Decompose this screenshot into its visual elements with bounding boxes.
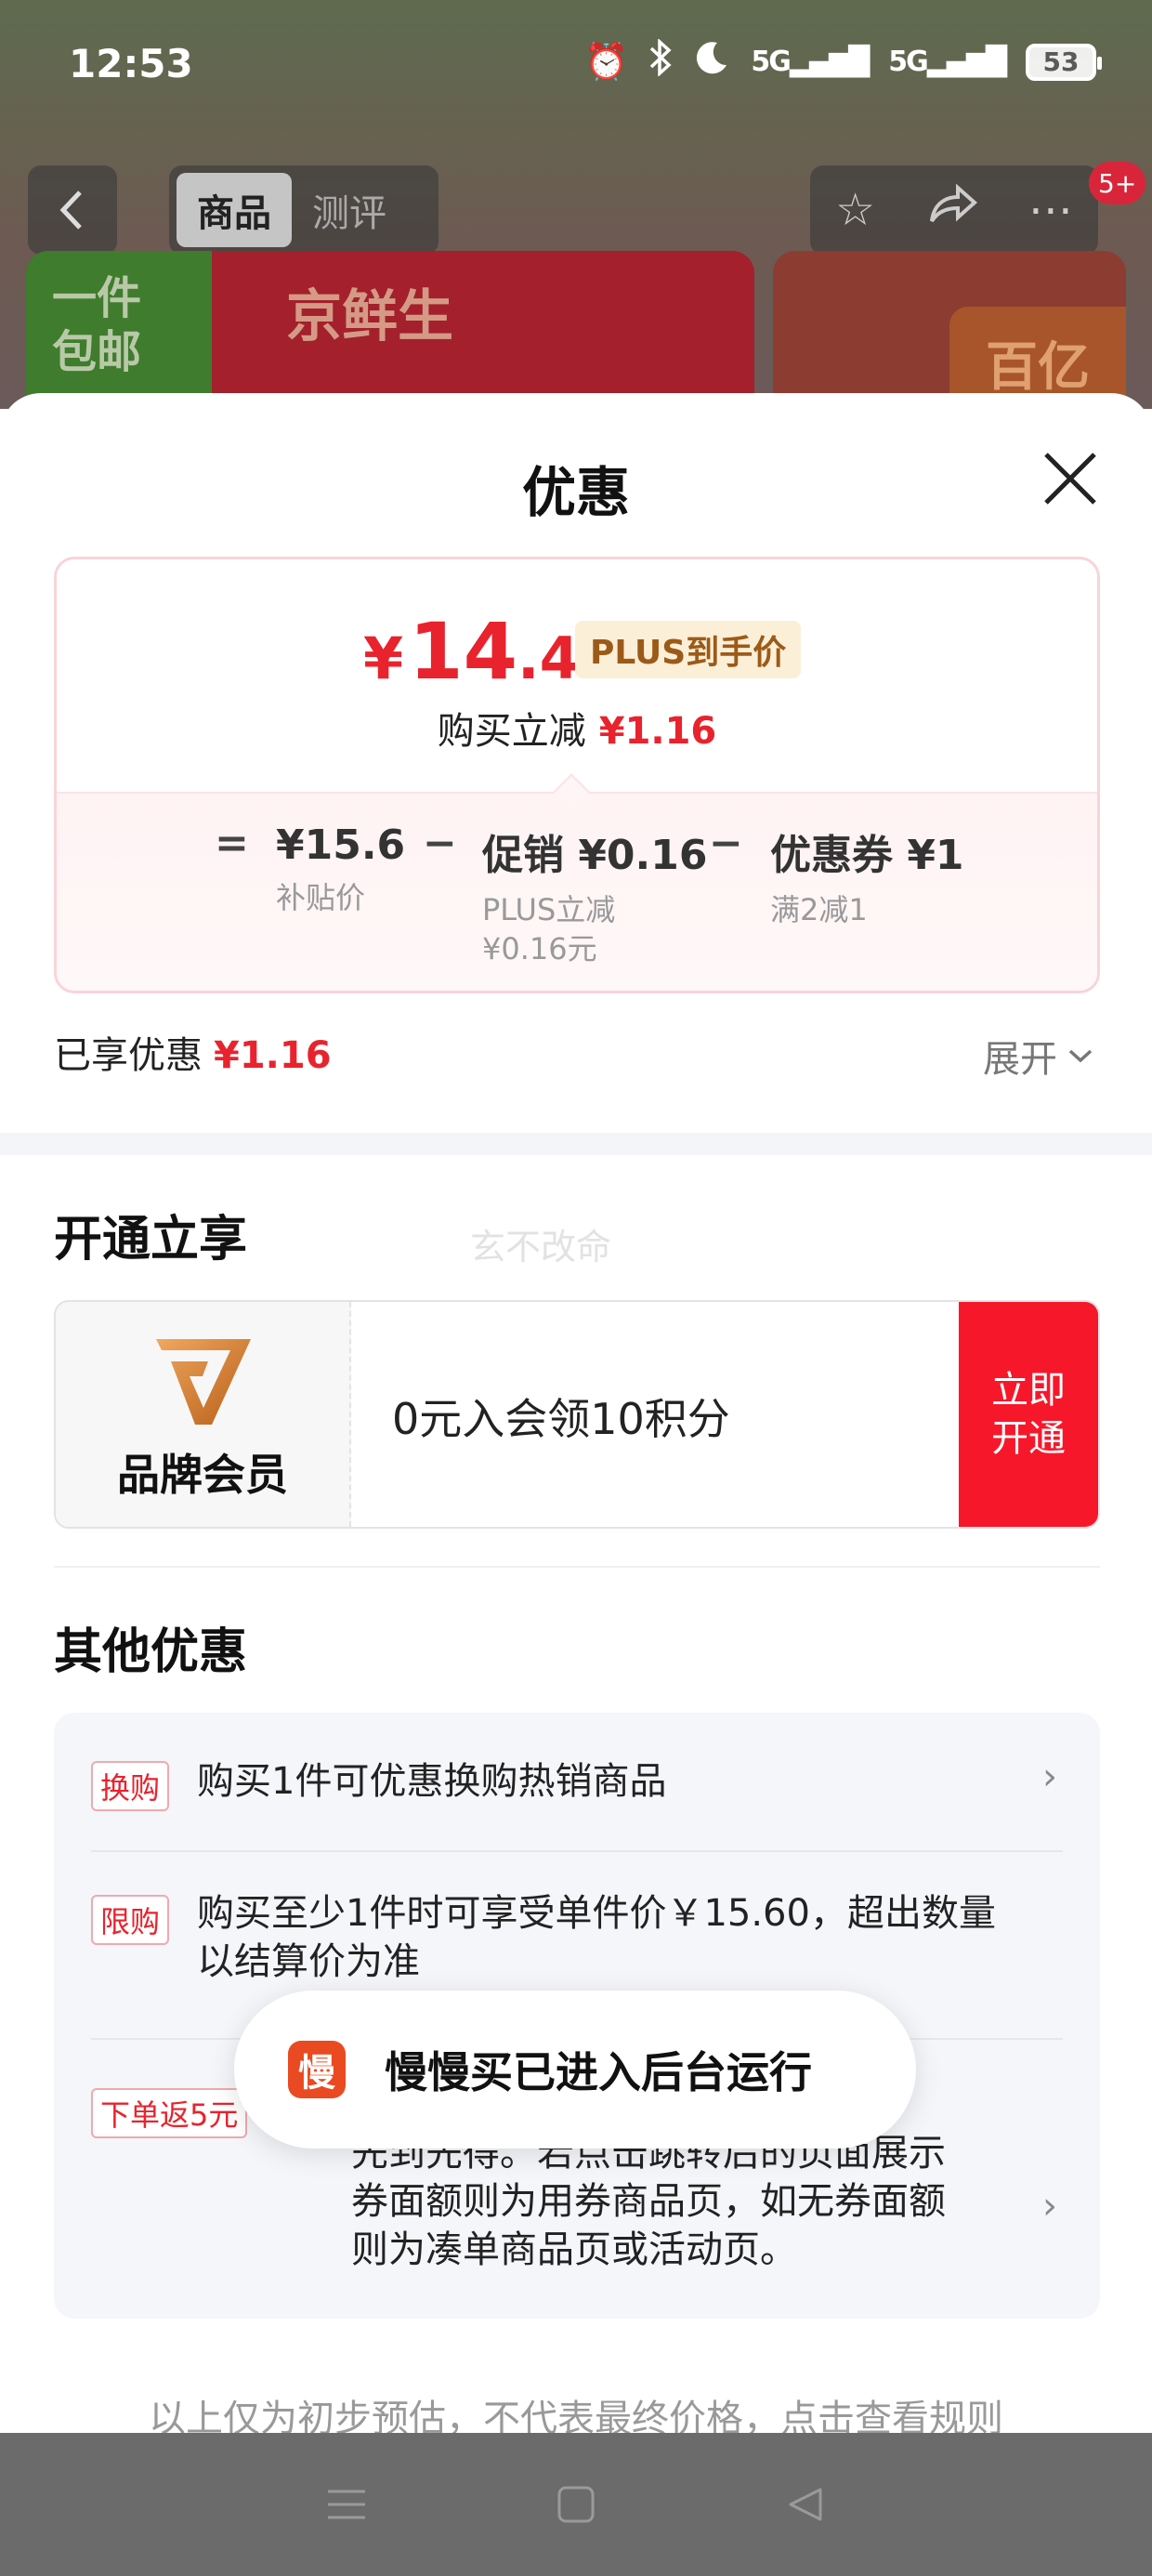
other-section-title: 其他优惠: [54, 1624, 248, 1680]
star-icon[interactable]: ☆: [835, 184, 875, 236]
status-time: 12:53: [69, 41, 193, 86]
promo-amount: 促销 ¥0.16: [482, 832, 708, 879]
signal-icon: 5G▂▄▆█: [888, 46, 1007, 78]
more-icon[interactable]: ⋯: [1028, 184, 1073, 236]
offer-tag: 限购: [91, 1895, 170, 1945]
offer-text: 购买至少1件时可享受单件价￥15.60，超出数量以结算价为准: [197, 1892, 996, 1983]
list-item[interactable]: 换购 购买1件可优惠换购热销商品 ›: [91, 1713, 1063, 1852]
bluetooth-icon: [648, 38, 673, 85]
offer-text-line: 券面额则为用券商品页，如无券面额: [351, 2180, 946, 2223]
background-product-page: 12:53 ⏰ 5G▂▄▆█ 5G▂▄▆█ 53 商品 测评 ☆ ⋯ 5+ 一件…: [0, 0, 1152, 409]
enjoyed-label: 已享优惠: [54, 1034, 203, 1077]
offer-text: 购买1件可优惠换购热销商品: [197, 1760, 667, 1803]
system-nav-bar: [0, 2433, 1152, 2576]
promo-sub: PLUS立减 ¥0.16元: [482, 890, 708, 968]
coupon-item: 优惠券 ¥1 满2减1: [770, 821, 964, 929]
chevron-left-icon: [59, 191, 82, 230]
menu-button[interactable]: [319, 2477, 374, 2532]
promo-item: 促销 ¥0.16 PLUS立减 ¥0.16元: [482, 821, 708, 968]
buy-reduce: 购买立减 ¥1.16: [57, 701, 1097, 755]
watermark: 玄不改命: [470, 1227, 612, 1268]
promo-sub-label: PLUS立减: [482, 892, 616, 927]
base-price: ¥15.6: [276, 821, 406, 869]
minus-sign: −: [709, 820, 743, 867]
member-offer: 0元入会领10积分: [392, 1394, 730, 1444]
base-price-label: 补贴价: [276, 880, 366, 915]
offer-tag: 下单返5元: [91, 2088, 248, 2138]
product-image: 百亿: [773, 251, 1126, 409]
final-price-section: ¥ 14 .44 PLUS到手价 购买立减 ¥1.16: [57, 559, 1097, 792]
coupon-condition: 满2减1: [770, 892, 868, 927]
tab-product[interactable]: 商品: [177, 173, 292, 247]
manmanmai-app-icon: 慢: [288, 2041, 346, 2098]
expand-label: 展开: [983, 1038, 1057, 1081]
sheet-title: 优惠: [521, 461, 630, 524]
chevron-right-icon: ›: [1042, 2185, 1057, 2228]
background-toast: 慢 慢慢买已进入后台运行: [234, 1991, 916, 2149]
free-shipping-tag: 一件 包邮: [26, 251, 212, 409]
toast-text: 慢慢买已进入后台运行: [385, 2047, 812, 2097]
product-tabs: 商品 测评: [169, 165, 439, 255]
menu-icon: [328, 2490, 366, 2519]
minus-sign: −: [423, 820, 457, 867]
enjoyed-discount: 已享优惠 ¥1.16: [54, 1025, 332, 1079]
status-icons: ⏰ 5G▂▄▆█ 5G▂▄▆█ 53: [584, 38, 1102, 85]
brand-member-card: 品牌会员 0元入会领10积分 立即 开通: [54, 1300, 1100, 1529]
share-icon[interactable]: [926, 183, 978, 236]
join-member-button[interactable]: 立即 开通: [959, 1302, 1098, 1527]
price-breakdown: = ¥15.6 补贴价 − 促销 ¥0.16 PLUS立减 ¥0.16元 − 优…: [57, 792, 1097, 991]
buy-reduce-label: 购买立减: [437, 710, 586, 753]
divider: [54, 1566, 1100, 1568]
top-actions: ☆ ⋯: [810, 165, 1098, 255]
open-section-title: 开通立享: [54, 1212, 248, 1268]
tab-review[interactable]: 测评: [292, 173, 407, 247]
offer-text-line: 则为凑单商品页或活动页。: [351, 2228, 797, 2271]
status-bar: 12:53 ⏰ 5G▂▄▆█ 5G▂▄▆█ 53: [0, 0, 1152, 130]
price-card: ¥ 14 .44 PLUS到手价 购买立减 ¥1.16 = ¥15.6 补贴价 −…: [54, 557, 1100, 993]
home-button[interactable]: [548, 2477, 604, 2532]
buy-reduce-amount: ¥1.16: [598, 710, 717, 753]
notification-badge: 5+: [1089, 162, 1146, 204]
equals-sign: =: [215, 820, 249, 867]
back-button[interactable]: [28, 165, 117, 255]
chevron-down-icon: [1068, 1049, 1093, 1063]
alarm-icon: ⏰: [584, 41, 629, 82]
battery-icon: 53: [1026, 43, 1102, 81]
brand-member-logo-icon: [156, 1339, 251, 1425]
close-button[interactable]: [1037, 445, 1104, 512]
section-divider: [0, 1133, 1152, 1155]
chevron-right-icon: ›: [1042, 1755, 1057, 1798]
promo-sub-amount: ¥0.16元: [482, 931, 597, 966]
offer-tag: 换购: [91, 1761, 170, 1811]
moon-icon: [693, 39, 730, 85]
join-member-label: 立即 开通: [991, 1369, 1066, 1460]
offer-text: 先到先得。若点击跳转后的页面展示 券面额则为用券商品页，如无券面额 则为凑单商品…: [351, 2129, 1039, 2274]
product-banner: 一件 包邮 京鲜生: [26, 251, 754, 409]
member-brand: 品牌会员: [56, 1302, 351, 1527]
member-name: 品牌会员: [117, 1450, 288, 1500]
close-icon: [1044, 453, 1096, 505]
coupon-amount: 优惠券 ¥1: [770, 832, 964, 879]
price-integer: 14: [409, 606, 518, 697]
price-currency: ¥: [363, 624, 404, 692]
battery-level: 53: [1042, 46, 1080, 77]
expand-button[interactable]: 展开: [983, 1029, 1094, 1083]
home-icon: [557, 2486, 595, 2523]
banner-title: 京鲜生: [286, 284, 453, 349]
base-price-item: ¥15.6 补贴价: [276, 821, 405, 917]
plus-price-tag: PLUS到手价: [575, 621, 802, 678]
enjoyed-amount: ¥1.16: [214, 1034, 332, 1077]
back-triangle-icon: [789, 2488, 822, 2521]
back-nav-button[interactable]: [778, 2477, 833, 2532]
signal-icon: 5G▂▄▆█: [751, 46, 870, 78]
